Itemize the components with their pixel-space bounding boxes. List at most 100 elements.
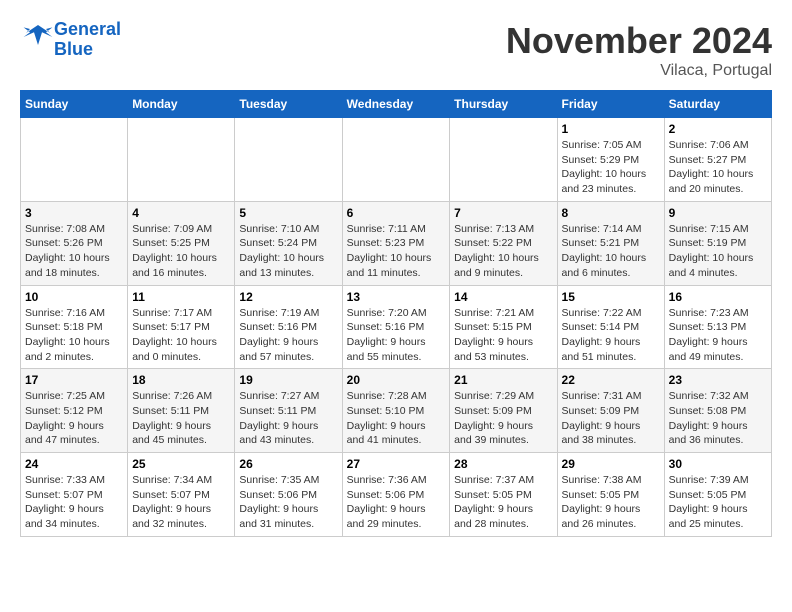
calendar-cell: 15Sunrise: 7:22 AM Sunset: 5:14 PM Dayli… [557,285,664,369]
weekday-header-monday: Monday [128,91,235,118]
weekday-header-thursday: Thursday [450,91,557,118]
logo-icon [22,21,54,53]
day-info: Sunrise: 7:08 AM Sunset: 5:26 PM Dayligh… [25,222,123,281]
day-info: Sunrise: 7:21 AM Sunset: 5:15 PM Dayligh… [454,306,552,365]
calendar-cell: 25 Sunrise: 7:34 AM Sunset: 5:07 PM Dayli… [128,453,235,537]
day-number: 23 [669,373,767,387]
day-number: 16 [669,290,767,304]
calendar-cell: 10Sunrise: 7:16 AM Sunset: 5:18 PM Dayli… [21,285,128,369]
calendar-cell: 27 Sunrise: 7:36 AM Sunset: 5:06 PM Dayli… [342,453,450,537]
day-info: Sunrise: 7:28 AM Sunset: 5:10 PM Dayligh… [347,389,446,448]
day-number: 28 [454,457,552,471]
weekday-header-saturday: Saturday [664,91,771,118]
day-number: 21 [454,373,552,387]
day-info: Sunrise: 7:35 AM Sunset: 5:06 PM Dayligh… [239,473,337,532]
calendar-cell: 19Sunrise: 7:27 AM Sunset: 5:11 PM Dayli… [235,369,342,453]
day-info: Sunrise: 7:10 AM Sunset: 5:24 PM Dayligh… [239,222,337,281]
day-info: Sunrise: 7:14 AM Sunset: 5:21 PM Dayligh… [562,222,660,281]
day-info: Sunrise: 7:32 AM Sunset: 5:08 PM Dayligh… [669,389,767,448]
calendar-body: 1 Sunrise: 7:05 AM Sunset: 5:29 PM Daylig… [21,118,772,537]
calendar-table: SundayMondayTuesdayWednesdayThursdayFrid… [20,90,772,537]
day-number: 24 [25,457,123,471]
calendar-cell [21,118,128,202]
calendar-cell: 6 Sunrise: 7:11 AM Sunset: 5:23 PM Daylig… [342,201,450,285]
calendar-cell [450,118,557,202]
calendar-cell: 18 Sunrise: 7:26 AM Sunset: 5:11 PM Dayli… [128,369,235,453]
weekday-header-friday: Friday [557,91,664,118]
calendar-cell: 24 Sunrise: 7:33 AM Sunset: 5:07 PM Dayli… [21,453,128,537]
day-number: 20 [347,373,446,387]
calendar-cell [342,118,450,202]
day-info: Sunrise: 7:38 AM Sunset: 5:05 PM Dayligh… [562,473,660,532]
day-info: Sunrise: 7:27 AM Sunset: 5:11 PM Dayligh… [239,389,337,448]
calendar-week-0: 1 Sunrise: 7:05 AM Sunset: 5:29 PM Daylig… [21,118,772,202]
calendar-cell: 7Sunrise: 7:13 AM Sunset: 5:22 PM Daylig… [450,201,557,285]
day-number: 14 [454,290,552,304]
title-block: November 2024 Vilaca, Portugal [506,20,772,80]
page-header: General Blue November 2024 Vilaca, Portu… [20,20,772,80]
day-info: Sunrise: 7:19 AM Sunset: 5:16 PM Dayligh… [239,306,337,365]
day-info: Sunrise: 7:36 AM Sunset: 5:06 PM Dayligh… [347,473,446,532]
day-info: Sunrise: 7:20 AM Sunset: 5:16 PM Dayligh… [347,306,446,365]
day-number: 3 [25,206,123,220]
day-number: 12 [239,290,337,304]
calendar-cell: 2Sunrise: 7:06 AM Sunset: 5:27 PM Daylig… [664,118,771,202]
logo-text: General Blue [54,20,121,60]
calendar-cell: 28 Sunrise: 7:37 AM Sunset: 5:05 PM Dayli… [450,453,557,537]
calendar-cell: 22Sunrise: 7:31 AM Sunset: 5:09 PM Dayli… [557,369,664,453]
day-info: Sunrise: 7:37 AM Sunset: 5:05 PM Dayligh… [454,473,552,532]
day-number: 13 [347,290,446,304]
day-number: 6 [347,206,446,220]
day-number: 1 [562,122,660,136]
day-info: Sunrise: 7:25 AM Sunset: 5:12 PM Dayligh… [25,389,123,448]
day-number: 27 [347,457,446,471]
calendar-cell: 3 Sunrise: 7:08 AM Sunset: 5:26 PM Daylig… [21,201,128,285]
calendar-cell: 4Sunrise: 7:09 AM Sunset: 5:25 PM Daylig… [128,201,235,285]
calendar-week-1: 3 Sunrise: 7:08 AM Sunset: 5:26 PM Daylig… [21,201,772,285]
calendar-header-row: SundayMondayTuesdayWednesdayThursdayFrid… [21,91,772,118]
day-info: Sunrise: 7:13 AM Sunset: 5:22 PM Dayligh… [454,222,552,281]
calendar-cell: 21Sunrise: 7:29 AM Sunset: 5:09 PM Dayli… [450,369,557,453]
calendar-cell: 1 Sunrise: 7:05 AM Sunset: 5:29 PM Daylig… [557,118,664,202]
calendar-cell: 13 Sunrise: 7:20 AM Sunset: 5:16 PM Dayli… [342,285,450,369]
calendar-cell: 12 Sunrise: 7:19 AM Sunset: 5:16 PM Dayli… [235,285,342,369]
calendar-cell: 23 Sunrise: 7:32 AM Sunset: 5:08 PM Dayli… [664,369,771,453]
day-number: 30 [669,457,767,471]
weekday-header-wednesday: Wednesday [342,91,450,118]
location: Vilaca, Portugal [506,62,772,80]
calendar-cell: 8 Sunrise: 7:14 AM Sunset: 5:21 PM Daylig… [557,201,664,285]
day-info: Sunrise: 7:33 AM Sunset: 5:07 PM Dayligh… [25,473,123,532]
calendar-cell: 26Sunrise: 7:35 AM Sunset: 5:06 PM Dayli… [235,453,342,537]
day-number: 29 [562,457,660,471]
day-number: 17 [25,373,123,387]
day-info: Sunrise: 7:26 AM Sunset: 5:11 PM Dayligh… [132,389,230,448]
day-number: 15 [562,290,660,304]
day-number: 18 [132,373,230,387]
day-info: Sunrise: 7:39 AM Sunset: 5:05 PM Dayligh… [669,473,767,532]
calendar-cell [128,118,235,202]
day-number: 5 [239,206,337,220]
day-info: Sunrise: 7:11 AM Sunset: 5:23 PM Dayligh… [347,222,446,281]
day-number: 4 [132,206,230,220]
calendar-cell [235,118,342,202]
day-number: 22 [562,373,660,387]
weekday-header-sunday: Sunday [21,91,128,118]
calendar-cell: 16 Sunrise: 7:23 AM Sunset: 5:13 PM Dayli… [664,285,771,369]
day-info: Sunrise: 7:05 AM Sunset: 5:29 PM Dayligh… [562,138,660,197]
month-title: November 2024 [506,20,772,62]
logo: General Blue [20,20,121,60]
day-info: Sunrise: 7:06 AM Sunset: 5:27 PM Dayligh… [669,138,767,197]
day-number: 8 [562,206,660,220]
calendar-week-4: 24 Sunrise: 7:33 AM Sunset: 5:07 PM Dayli… [21,453,772,537]
day-number: 10 [25,290,123,304]
calendar-cell: 9Sunrise: 7:15 AM Sunset: 5:19 PM Daylig… [664,201,771,285]
calendar-cell: 29 Sunrise: 7:38 AM Sunset: 5:05 PM Dayli… [557,453,664,537]
day-number: 9 [669,206,767,220]
calendar-cell: 30 Sunrise: 7:39 AM Sunset: 5:05 PM Dayli… [664,453,771,537]
day-info: Sunrise: 7:23 AM Sunset: 5:13 PM Dayligh… [669,306,767,365]
day-info: Sunrise: 7:34 AM Sunset: 5:07 PM Dayligh… [132,473,230,532]
day-number: 11 [132,290,230,304]
day-info: Sunrise: 7:17 AM Sunset: 5:17 PM Dayligh… [132,306,230,365]
day-number: 25 [132,457,230,471]
calendar-cell: 17 Sunrise: 7:25 AM Sunset: 5:12 PM Dayli… [21,369,128,453]
